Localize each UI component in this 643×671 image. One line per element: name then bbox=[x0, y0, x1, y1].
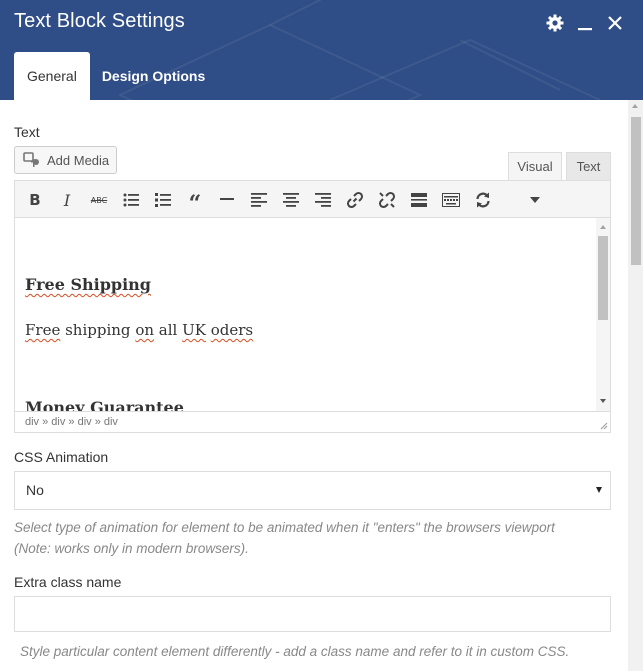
dropdown-arrow-icon[interactable] bbox=[523, 189, 547, 211]
strikethrough-icon[interactable]: ABC bbox=[87, 189, 111, 211]
tab-bar: General Design Options bbox=[14, 52, 218, 100]
horizontal-rule-icon[interactable] bbox=[215, 189, 239, 211]
bullet-list-icon[interactable] bbox=[119, 189, 143, 211]
content-paragraph: Free shipping on all UK oders bbox=[25, 321, 254, 339]
add-media-icon bbox=[23, 152, 39, 167]
css-animation-help: Select type of animation for element to … bbox=[14, 520, 555, 556]
css-animation-value: No bbox=[26, 482, 44, 498]
bold-icon[interactable]: B bbox=[23, 189, 47, 211]
align-left-icon[interactable] bbox=[247, 189, 271, 211]
editor-scrollbar[interactable] bbox=[596, 218, 610, 411]
gear-icon[interactable] bbox=[544, 12, 566, 34]
content-heading-2: Money Guarantee bbox=[25, 398, 184, 411]
scroll-up-icon[interactable] bbox=[600, 225, 606, 229]
resize-handle-icon[interactable] bbox=[600, 422, 608, 430]
modal-header: Text Block Settings General Design Optio… bbox=[0, 0, 643, 100]
scroll-down-icon[interactable] bbox=[600, 399, 606, 403]
editor-toolbar: B I ABC “ bbox=[15, 181, 610, 218]
close-icon[interactable] bbox=[604, 12, 626, 34]
minimize-icon[interactable] bbox=[574, 12, 596, 34]
tab-general[interactable]: General bbox=[14, 52, 90, 100]
italic-icon[interactable]: I bbox=[55, 189, 79, 211]
content-heading: Free Shipping bbox=[25, 275, 151, 294]
text-editor: B I ABC “ Free Shipping Free shipping on… bbox=[14, 180, 611, 433]
add-media-label: Add Media bbox=[47, 152, 110, 168]
extra-class-help: Style particular content element differe… bbox=[20, 644, 570, 659]
editor-content[interactable]: Free Shipping Free shipping on all UK od… bbox=[15, 218, 595, 411]
numbered-list-icon[interactable] bbox=[151, 189, 175, 211]
read-more-icon[interactable] bbox=[407, 189, 431, 211]
scrollbar-thumb[interactable] bbox=[631, 117, 641, 265]
extra-class-input[interactable] bbox=[14, 596, 611, 632]
unlink-icon[interactable] bbox=[375, 189, 399, 211]
link-icon[interactable] bbox=[343, 189, 367, 211]
tab-design-options[interactable]: Design Options bbox=[90, 52, 218, 100]
editor-path: div » div » div » div bbox=[15, 411, 610, 432]
add-media-button[interactable]: Add Media bbox=[14, 146, 117, 174]
modal-title: Text Block Settings bbox=[14, 10, 185, 32]
heading-text: Free Shipping bbox=[25, 275, 151, 294]
text-label: Text bbox=[14, 124, 40, 140]
blockquote-icon[interactable]: “ bbox=[183, 189, 207, 215]
css-animation-select[interactable]: No bbox=[14, 471, 611, 510]
editor-tab-text[interactable]: Text bbox=[566, 152, 611, 181]
align-right-icon[interactable] bbox=[311, 189, 335, 211]
align-center-icon[interactable] bbox=[279, 189, 303, 211]
extra-class-label: Extra class name bbox=[14, 574, 122, 590]
panel-scrollbar[interactable] bbox=[628, 100, 643, 671]
editor-tab-visual[interactable]: Visual bbox=[508, 152, 562, 181]
css-animation-label: CSS Animation bbox=[14, 449, 109, 465]
scroll-up-icon[interactable] bbox=[632, 104, 638, 108]
toolbar-toggle-icon[interactable] bbox=[439, 189, 463, 211]
editor-scrollbar-thumb[interactable] bbox=[598, 236, 608, 320]
chevron-down-icon bbox=[596, 487, 602, 493]
refresh-icon[interactable] bbox=[471, 189, 495, 211]
